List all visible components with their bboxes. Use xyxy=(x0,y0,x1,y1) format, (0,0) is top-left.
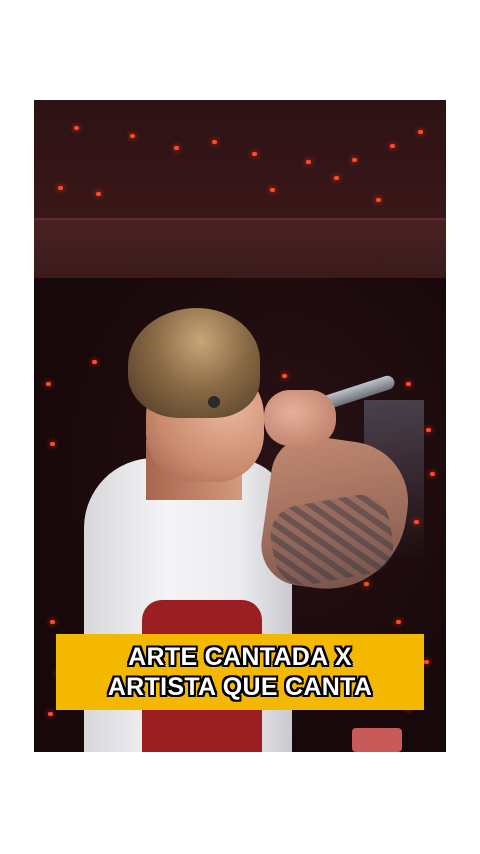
performer-hair xyxy=(128,308,260,418)
caption-banner: ARTE CANTADA X ARTISTA QUE CANTA xyxy=(56,634,424,710)
in-ear-monitor xyxy=(208,396,220,408)
caption-line-2: ARTISTA QUE CANTA xyxy=(107,673,373,701)
performer-hand xyxy=(264,390,336,446)
caption-line-1: ARTE CANTADA X xyxy=(128,643,352,671)
audience-phone xyxy=(352,728,402,752)
